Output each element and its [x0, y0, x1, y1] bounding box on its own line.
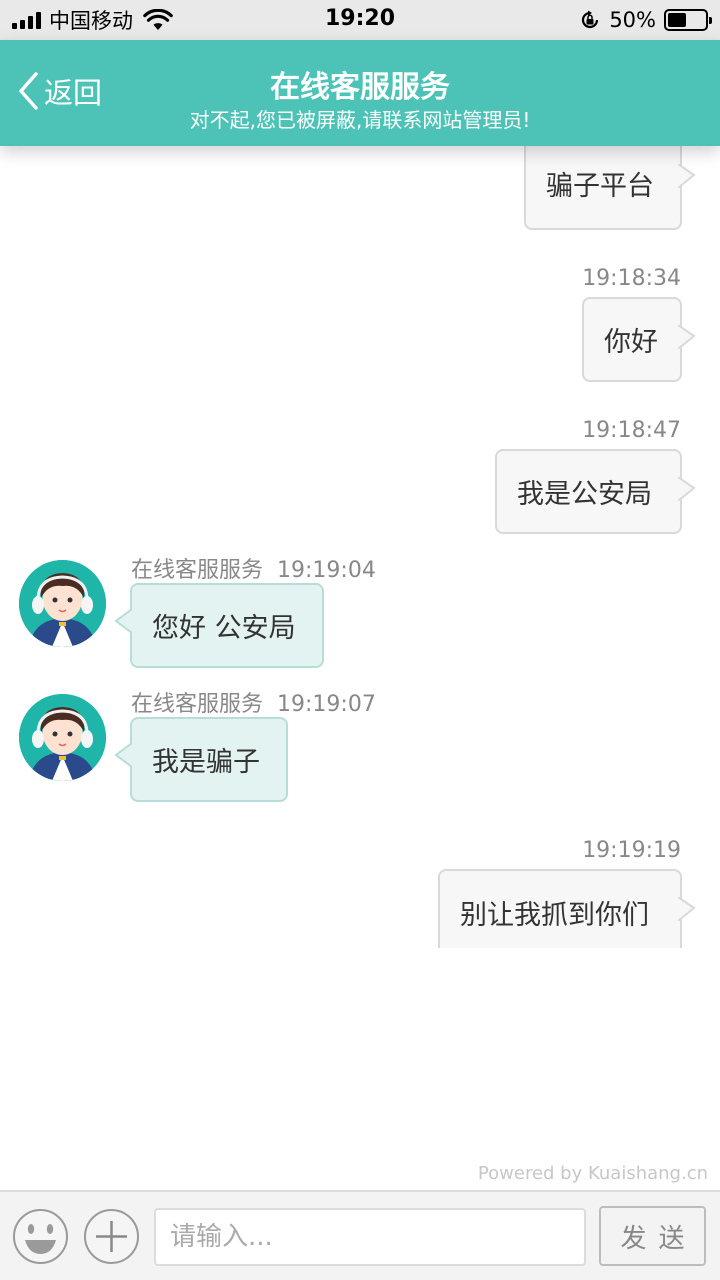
message-input-bar: 发送 — [0, 1190, 720, 1280]
bubble-tail — [678, 164, 696, 188]
emoji-icon[interactable] — [12, 1208, 69, 1265]
message-timestamp: 19:18:47 — [582, 418, 681, 443]
message-timestamp: 19:19:19 — [582, 838, 681, 863]
message-text: 我是骗子 — [152, 747, 260, 778]
bubble-tail — [678, 477, 696, 501]
plus-icon[interactable] — [83, 1208, 140, 1265]
page-subtitle: 对不起,您已被屏蔽,请联系网站管理员! — [189, 108, 531, 132]
message-timestamp: 19:19:04 — [277, 558, 376, 583]
agent-avatar-image — [19, 694, 106, 781]
outgoing-message-bubble: 你好 — [582, 297, 696, 382]
message-text: 我是公安局 — [517, 479, 652, 510]
bubble-tail — [114, 609, 132, 633]
powered-by: Powered by Kuaishang.cn — [477, 1163, 708, 1184]
outgoing-message-bubble: 我是公安局 — [495, 449, 696, 534]
status-bar: 中国移动 19:20 50% — [0, 0, 720, 40]
agent-avatar-image — [19, 560, 106, 647]
battery-nub — [709, 17, 712, 24]
message-input[interactable] — [154, 1208, 586, 1266]
bubble-tail — [678, 897, 696, 921]
message-text: 你好 — [604, 327, 658, 358]
message-timestamp: 19:19:07 — [277, 692, 376, 717]
message-text: 您好 公安局 — [152, 613, 296, 644]
message-text: 别让我抓到你们 — [460, 899, 649, 931]
outgoing-message-bubble: 骗子平台 — [524, 146, 696, 230]
status-right: 50% — [579, 6, 712, 34]
send-button-label: 发送 — [620, 1223, 697, 1254]
send-button[interactable]: 发送 — [599, 1206, 706, 1266]
agent-meta: 在线客服服务 19:19:07 — [131, 686, 376, 718]
chat-header: 返回 在线客服服务 对不起,您已被屏蔽,请联系网站管理员! — [0, 40, 720, 146]
agent-avatar[interactable] — [19, 560, 106, 647]
agent-avatar[interactable] — [19, 694, 106, 781]
battery-fill — [668, 13, 686, 27]
message-timestamp: 19:18:34 — [582, 266, 681, 291]
chat-history[interactable]: 骗子平台 19:18:34 你好 19:18:47 我是公安局 在线客服服务1 — [0, 146, 720, 948]
outgoing-message-bubble: 别让我抓到你们 — [438, 869, 696, 948]
bubble-tail — [678, 325, 696, 349]
incoming-message-bubble: 您好 公安局 — [114, 583, 324, 668]
page-title: 在线客服服务 — [270, 70, 450, 105]
bubble-tail — [114, 743, 132, 767]
battery-percent: 50% — [609, 8, 656, 32]
agent-name: 在线客服服务 — [131, 692, 264, 717]
agent-meta: 在线客服服务 19:19:04 — [131, 552, 376, 584]
battery-icon — [664, 9, 712, 31]
orientation-lock-icon — [582, 10, 599, 29]
message-text: 骗子平台 — [546, 170, 654, 202]
incoming-message-bubble: 我是骗子 — [114, 717, 288, 802]
agent-name: 在线客服服务 — [131, 558, 264, 583]
